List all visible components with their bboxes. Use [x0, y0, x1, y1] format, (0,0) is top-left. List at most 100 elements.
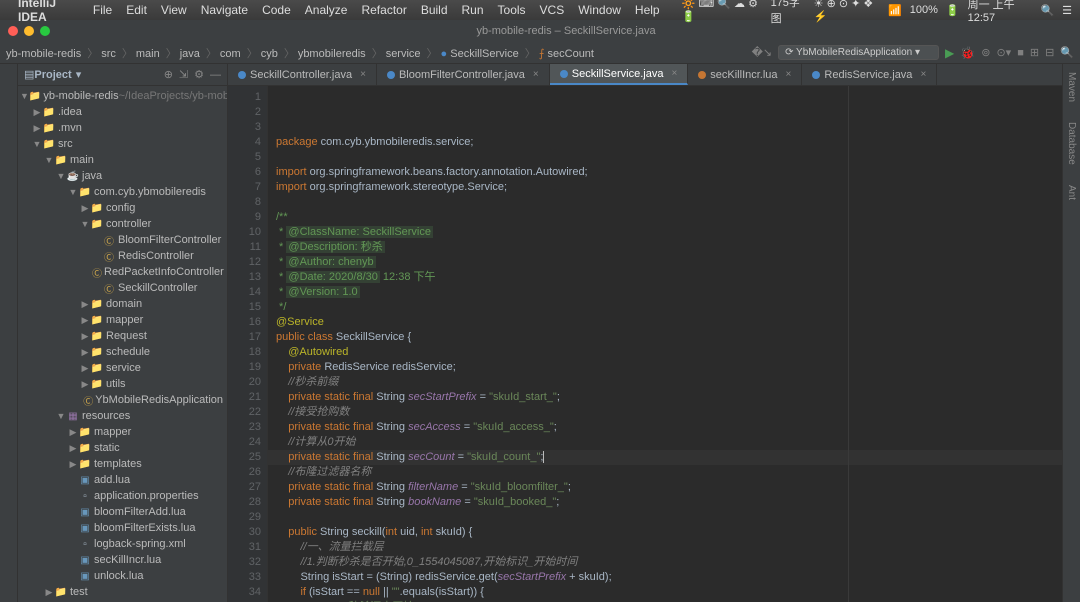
tree-item[interactable]: ▼▦resources	[18, 408, 227, 424]
folder-icon: 📁	[90, 363, 104, 374]
tree-item[interactable]: ▶📁mapper	[18, 312, 227, 328]
tree-item[interactable]: ▶📁mapper	[18, 424, 227, 440]
search-everywhere-icon[interactable]: 🔍	[1060, 46, 1074, 59]
select-opened-icon[interactable]: ⊕	[164, 68, 173, 81]
code-content[interactable]: package com.cyb.ybmobileredis.service; i…	[268, 86, 1062, 602]
right-tool-stripe[interactable]: Maven Database Ant	[1062, 64, 1080, 602]
breadcrumb-item[interactable]: main	[136, 48, 160, 60]
close-tab-icon[interactable]: ×	[671, 68, 677, 79]
tree-item[interactable]: ▶📁config	[18, 200, 227, 216]
tree-item[interactable]: ▶📁templates	[18, 456, 227, 472]
close-tab-icon[interactable]: ×	[533, 69, 539, 80]
stop-icon[interactable]: ■	[1017, 47, 1024, 59]
menu-window[interactable]: Window	[578, 3, 621, 17]
tree-item[interactable]: ▫application.properties	[18, 488, 227, 504]
close-tab-icon[interactable]: ×	[786, 69, 792, 80]
project-view-icon[interactable]: ▤	[24, 68, 34, 81]
run-icon[interactable]: ▶	[945, 46, 954, 60]
tree-item[interactable]: ⒸSeckillController	[18, 280, 227, 296]
tree-item[interactable]: ▼📁yb-mobile-redis ~/IdeaProjects/yb-mobi…	[18, 88, 227, 104]
debug-icon[interactable]: 🐞	[960, 46, 975, 60]
editor-tabs[interactable]: SeckillController.java×BloomFilterContro…	[228, 64, 1062, 86]
tree-item[interactable]: ▶📁service	[18, 360, 227, 376]
menu-code[interactable]: Code	[262, 3, 291, 17]
tree-item[interactable]: ▣secKillIncr.lua	[18, 552, 227, 568]
tree-item[interactable]: ▶📁static	[18, 440, 227, 456]
breadcrumb-item[interactable]: com	[220, 48, 241, 60]
tree-item[interactable]: ▶📁schedule	[18, 344, 227, 360]
tree-item[interactable]: ⒸRedPacketInfoController	[18, 264, 227, 280]
editor-tab[interactable]: SeckillController.java×	[228, 64, 377, 85]
close-tab-icon[interactable]: ×	[920, 69, 926, 80]
vcs-commit-icon[interactable]: ⊟	[1045, 46, 1054, 59]
tree-item[interactable]: ▣bloomFilterAdd.lua	[18, 504, 227, 520]
run-config-select[interactable]: ⟳ YbMobileRedisApplication ▾	[778, 45, 939, 60]
hide-icon[interactable]: —	[210, 69, 221, 81]
menu-build[interactable]: Build	[421, 3, 448, 17]
editor-tab[interactable]: SeckillService.java×	[550, 64, 689, 85]
breadcrumb-item[interactable]: java	[180, 48, 200, 60]
editor-tab[interactable]: RedisService.java×	[802, 64, 937, 85]
breadcrumb-item[interactable]: yb-mobile-redis	[6, 48, 81, 60]
tree-item[interactable]: ▣unlock.lua	[18, 568, 227, 584]
coverage-icon[interactable]: ⊚	[981, 46, 990, 59]
project-tree[interactable]: ▼📁yb-mobile-redis ~/IdeaProjects/yb-mobi…	[18, 86, 227, 602]
menu-navigate[interactable]: Navigate	[201, 3, 248, 17]
tree-item[interactable]: ⒸYbMobileRedisApplication	[18, 392, 227, 408]
expand-all-icon[interactable]: ⇲	[179, 68, 188, 81]
breadcrumb-item[interactable]: service	[386, 48, 421, 60]
app-name[interactable]: IntelliJ IDEA	[18, 0, 79, 24]
profile-icon[interactable]: ⊙▾	[996, 46, 1011, 59]
settings-icon[interactable]: ⚙	[194, 68, 204, 81]
tree-item[interactable]: ▼☕java	[18, 168, 227, 184]
search-icon[interactable]: 🔍	[1040, 4, 1054, 17]
menu-vcs[interactable]: VCS	[540, 3, 565, 17]
traffic-lights[interactable]	[8, 26, 50, 36]
menu-help[interactable]: Help	[635, 3, 660, 17]
tree-item[interactable]: ▶📁.idea	[18, 104, 227, 120]
project-title[interactable]: Project	[34, 69, 71, 81]
breadcrumb-item[interactable]: cyb	[261, 48, 278, 60]
tree-item[interactable]: ▶📁Request	[18, 328, 227, 344]
tree-item[interactable]: ▼📁src	[18, 136, 227, 152]
tree-item[interactable]: ▶📁utils	[18, 376, 227, 392]
ant-tool-button[interactable]: Ant	[1066, 185, 1077, 200]
menu-edit[interactable]: Edit	[126, 3, 147, 17]
tree-item[interactable]: ▼📁controller	[18, 216, 227, 232]
breadcrumb-item[interactable]: src	[101, 48, 116, 60]
menu-icon[interactable]: ☰	[1062, 4, 1072, 17]
minimize-icon[interactable]	[24, 26, 34, 36]
tree-item[interactable]: ▼📁com.cyb.ybmobileredis	[18, 184, 227, 200]
breadcrumb-item[interactable]: ● SeckillService	[441, 48, 519, 60]
tree-item[interactable]: ▶📁domain	[18, 296, 227, 312]
tree-item[interactable]: ⒸBloomFilterController	[18, 232, 227, 248]
menu-refactor[interactable]: Refactor	[361, 3, 406, 17]
editor-tab[interactable]: secKillIncr.lua×	[688, 64, 802, 85]
maximize-icon[interactable]	[40, 26, 50, 36]
tree-item[interactable]: ⒸRedisController	[18, 248, 227, 264]
tree-item[interactable]: ▫logback-spring.xml	[18, 536, 227, 552]
editor-tab[interactable]: BloomFilterController.java×	[377, 64, 550, 85]
menu-file[interactable]: File	[93, 3, 112, 17]
menu-tools[interactable]: Tools	[498, 3, 526, 17]
close-icon[interactable]	[8, 26, 18, 36]
database-tool-button[interactable]: Database	[1066, 122, 1077, 165]
tree-item[interactable]: ▣bloomFilterExists.lua	[18, 520, 227, 536]
tree-item[interactable]: ▼📁main	[18, 152, 227, 168]
breadcrumb-item[interactable]: ⨍ secCount	[539, 48, 594, 60]
menu-analyze[interactable]: Analyze	[305, 3, 348, 17]
code-editor[interactable]: 1234567891011121314151617181920212223242…	[228, 86, 1062, 602]
project-dropdown-icon[interactable]: ▾	[76, 68, 82, 81]
build-icon[interactable]: �↘	[752, 46, 773, 59]
vcs-update-icon[interactable]: ⊞	[1030, 46, 1039, 59]
left-tool-stripe[interactable]	[0, 64, 18, 602]
gutter[interactable]: 1234567891011121314151617181920212223242…	[228, 86, 268, 602]
tree-item[interactable]: ▶📁test	[18, 584, 227, 600]
maven-tool-button[interactable]: Maven	[1066, 72, 1077, 102]
menu-run[interactable]: Run	[462, 3, 484, 17]
close-tab-icon[interactable]: ×	[360, 69, 366, 80]
tree-item[interactable]: ▣add.lua	[18, 472, 227, 488]
breadcrumb-item[interactable]: ybmobileredis	[298, 48, 366, 60]
menu-view[interactable]: View	[161, 3, 187, 17]
tree-item[interactable]: ▶📁.mvn	[18, 120, 227, 136]
